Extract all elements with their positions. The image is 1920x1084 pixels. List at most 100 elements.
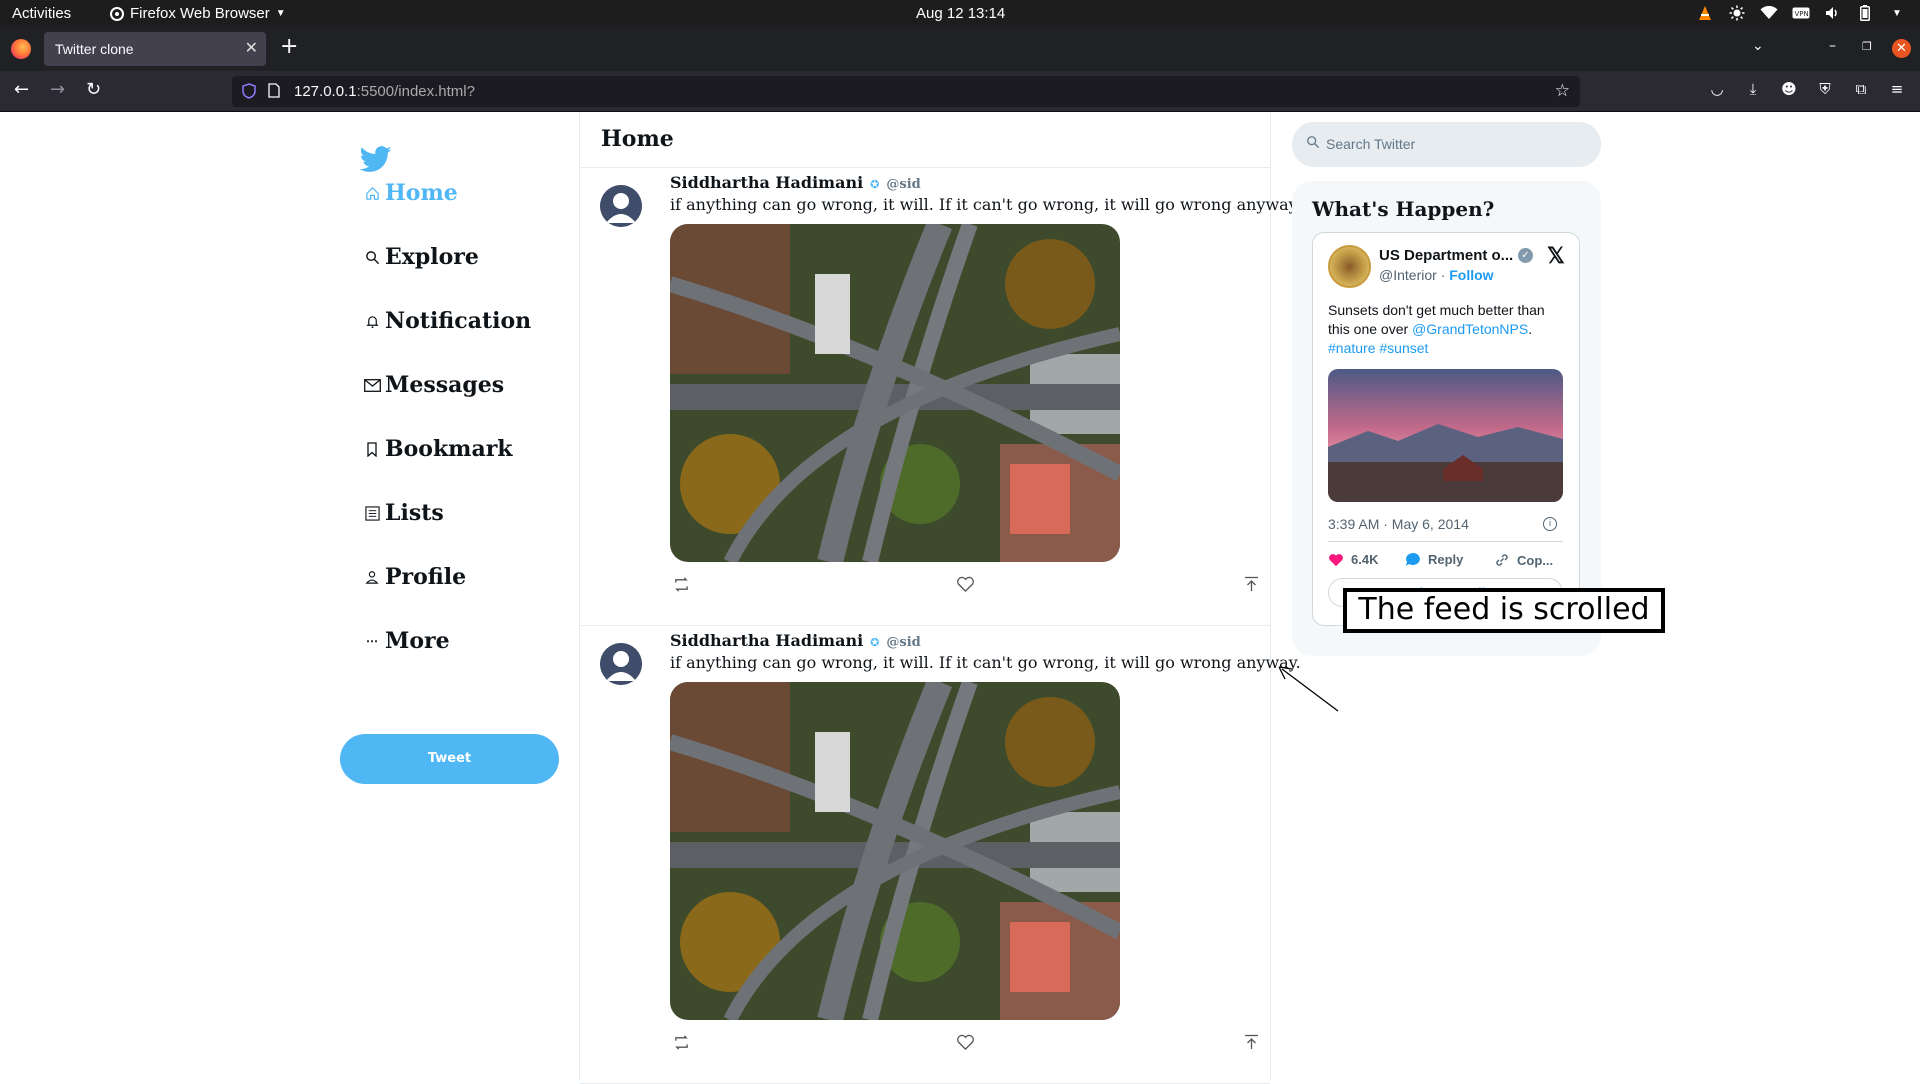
- sidebar-item-notification[interactable]: Notification: [363, 308, 531, 334]
- app-name: Firefox Web Browser: [130, 5, 270, 22]
- close-window-icon[interactable]: ✕: [1892, 39, 1911, 58]
- sidebar-item-home[interactable]: Home: [363, 180, 458, 206]
- embed-author-name[interactable]: US Department o...: [1379, 247, 1513, 264]
- post-image-aerial-interchange[interactable]: [670, 682, 1120, 1020]
- like-count: 6.4K: [1351, 552, 1379, 567]
- embed-photo-sunset-barn[interactable]: [1328, 369, 1563, 502]
- bookmark-star-icon[interactable]: ☆: [1555, 81, 1570, 101]
- sidebar-item-label: Explore: [385, 244, 479, 270]
- avatar-person-icon: [600, 643, 642, 685]
- embed-handle-line: @Interior · Follow: [1379, 267, 1494, 283]
- url-path: :5500/index.html?: [356, 83, 475, 100]
- search-icon: [1307, 136, 1320, 149]
- mail-icon: [363, 376, 381, 394]
- sidebar-item-more[interactable]: ⋯ More: [363, 628, 450, 654]
- x-logo-icon[interactable]: 𝕏: [1547, 243, 1565, 269]
- vlc-icon[interactable]: [1696, 4, 1714, 22]
- twitter-bird-icon[interactable]: [360, 146, 392, 173]
- mention-link[interactable]: @GrandTetonNPS: [1412, 321, 1528, 337]
- like-heart-icon[interactable]: [956, 576, 975, 597]
- reply-button[interactable]: Reply: [1405, 552, 1463, 567]
- sidebar-item-label: Home: [385, 180, 458, 206]
- reload-icon[interactable]: ↻: [86, 79, 101, 100]
- pocket-icon[interactable]: ◡: [1708, 80, 1726, 98]
- tweet-button[interactable]: Tweet: [340, 734, 559, 784]
- sidebar-item-label: Profile: [385, 564, 467, 590]
- app-menu[interactable]: Firefox Web Browser ▼: [110, 5, 286, 22]
- sidebar-item-lists[interactable]: Lists: [363, 500, 444, 526]
- embed-text: Sunsets don't get much better than this …: [1328, 301, 1568, 358]
- battery-icon[interactable]: [1856, 4, 1874, 22]
- system-menu-icon[interactable]: ▼: [1888, 4, 1906, 22]
- url-host: 127.0.0.1: [294, 83, 357, 100]
- close-tab-icon[interactable]: ✕: [245, 38, 258, 58]
- heart-filled-icon: [1329, 553, 1343, 566]
- post-author-name[interactable]: Siddhartha Hadimani: [670, 631, 863, 650]
- sidebar-item-explore[interactable]: Explore: [363, 244, 479, 270]
- new-tab-button[interactable]: +: [280, 36, 298, 58]
- sidebar-item-label: Messages: [385, 372, 505, 398]
- post-actions: [670, 1034, 1262, 1058]
- minimize-icon[interactable]: –: [1829, 38, 1836, 54]
- post-image-aerial-interchange[interactable]: [670, 224, 1120, 562]
- forward-arrow-icon[interactable]: →: [50, 79, 65, 100]
- sidebar-item-messages[interactable]: Messages: [363, 372, 504, 398]
- sidebar-item-label: Lists: [385, 500, 444, 526]
- search-input[interactable]: Search Twitter: [1292, 122, 1601, 167]
- tab-twitter-clone[interactable]: Twitter clone ✕: [44, 32, 266, 66]
- embed-author-handle[interactable]: @Interior: [1379, 267, 1437, 283]
- clock[interactable]: Aug 12 13:14: [916, 5, 1005, 22]
- post-author-handle[interactable]: @sid: [886, 635, 920, 650]
- follow-link[interactable]: Follow: [1449, 267, 1493, 283]
- sidebar-item-bookmark[interactable]: Bookmark: [363, 436, 513, 462]
- menu-hamburger-icon[interactable]: ≡: [1888, 80, 1906, 98]
- volume-icon[interactable]: [1824, 4, 1842, 22]
- post-author-handle[interactable]: @sid: [886, 177, 920, 192]
- back-arrow-icon[interactable]: ←: [14, 79, 29, 100]
- navigation-toolbar: ← → ↻ 127.0.0.1:5500/index.html? ☆ ◡ ⤓ ☻…: [0, 71, 1920, 112]
- wifi-icon[interactable]: [1760, 4, 1778, 22]
- more-icon: ⋯: [366, 634, 378, 648]
- like-count-button[interactable]: 6.4K: [1328, 552, 1378, 567]
- retweet-icon[interactable]: [673, 576, 690, 597]
- ublock-icon[interactable]: ⛨: [1816, 80, 1834, 98]
- widget-title: What's Happen?: [1312, 197, 1495, 221]
- home-icon: [363, 184, 381, 202]
- vpn-icon[interactable]: VPN: [1792, 4, 1810, 22]
- extensions-puzzle-icon[interactable]: ⧉: [1852, 80, 1870, 98]
- activities-button[interactable]: Activities: [12, 5, 71, 22]
- chevron-down-icon: ▼: [275, 8, 286, 19]
- embed-timestamp[interactable]: 3:39 AM · May 6, 2014: [1328, 516, 1469, 532]
- page-icon[interactable]: [268, 83, 280, 98]
- like-heart-icon[interactable]: [956, 1034, 975, 1055]
- retweet-icon[interactable]: [673, 1034, 690, 1055]
- avatar[interactable]: [600, 185, 642, 227]
- copy-link-button[interactable]: Cop...: [1494, 552, 1553, 568]
- tracking-shield-icon[interactable]: [242, 83, 256, 99]
- system-top-bar: Activities Firefox Web Browser ▼ Aug 12 …: [0, 0, 1920, 27]
- bookmark-icon: [363, 440, 381, 458]
- list-all-tabs-icon[interactable]: ⌄: [1752, 38, 1764, 54]
- share-icon[interactable]: [1244, 1034, 1259, 1054]
- maximize-icon[interactable]: ❐: [1862, 40, 1872, 53]
- embedded-tweet[interactable]: US Department o... ✓ 𝕏 @Interior · Follo…: [1312, 232, 1580, 626]
- url-bar[interactable]: 127.0.0.1:5500/index.html? ☆: [232, 76, 1580, 107]
- avatar[interactable]: [600, 643, 642, 685]
- post: Siddhartha Hadimani ✪ @sid if anything c…: [580, 626, 1301, 1084]
- hashtag-links[interactable]: #nature #sunset: [1328, 340, 1428, 356]
- sidebar-item-profile[interactable]: Profile: [363, 564, 466, 590]
- interior-seal-avatar[interactable]: [1328, 245, 1371, 288]
- verified-badge-icon: ✓: [1518, 248, 1533, 263]
- firefox-icon: [11, 39, 31, 59]
- sidebar-item-label: Bookmark: [385, 436, 513, 462]
- brightness-icon[interactable]: [1728, 4, 1746, 22]
- share-icon[interactable]: [1244, 576, 1259, 596]
- browser-tab-bar: Twitter clone ✕ + ⌄ – ❐ ✕: [0, 27, 1920, 71]
- downloads-icon[interactable]: ⤓: [1744, 80, 1762, 98]
- post-author-name[interactable]: Siddhartha Hadimani: [670, 173, 863, 192]
- reply-label: Reply: [1428, 552, 1464, 567]
- system-tray[interactable]: VPN ▼: [1696, 4, 1906, 22]
- info-icon[interactable]: i: [1543, 517, 1557, 531]
- extension-face-icon[interactable]: ☻: [1780, 80, 1798, 98]
- post-text: if anything can go wrong, it will. If it…: [670, 653, 1301, 672]
